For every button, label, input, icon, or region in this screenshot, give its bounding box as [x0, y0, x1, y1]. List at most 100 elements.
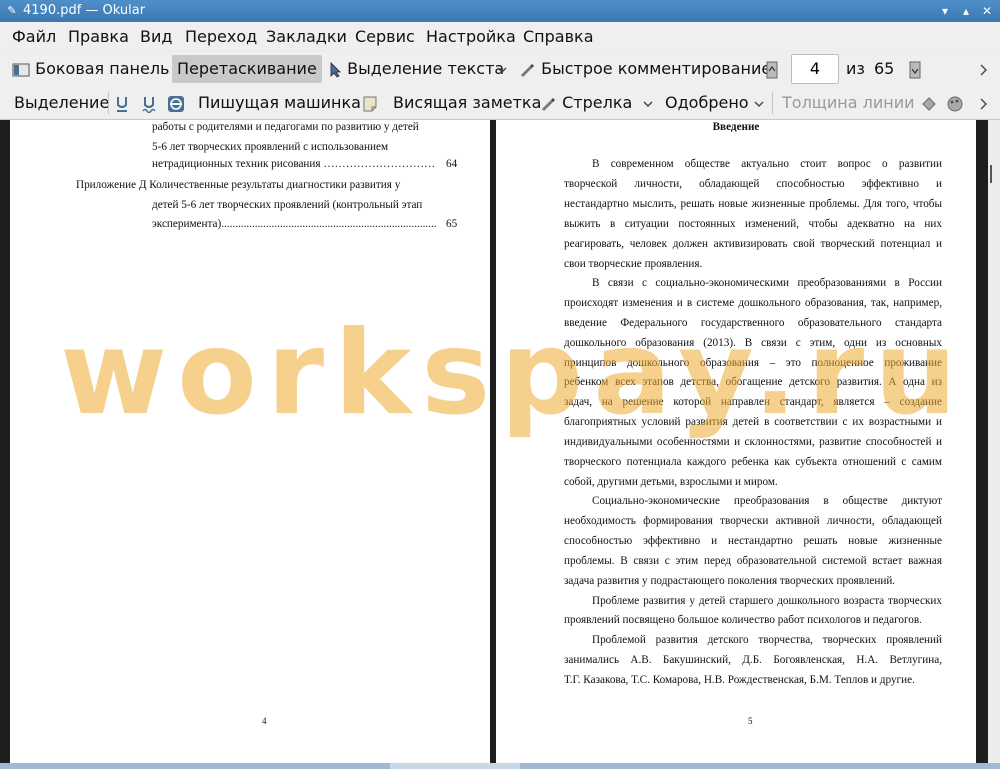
text-line: Проблемой развития детского творчества, …	[592, 634, 942, 646]
arrow-tool-button[interactable]: Стрелка	[539, 89, 632, 117]
drag-tool-button[interactable]: Перетаскивание	[172, 55, 322, 83]
text-line: принципов дошкольного образования – это …	[564, 357, 942, 369]
text-line: собой, другими детьми, взрослыми и миром…	[564, 476, 778, 488]
text-line: проявлений посвящено большое количество …	[564, 614, 922, 626]
toolbar-overflow-button-2[interactable]	[978, 89, 988, 117]
pen-comment-icon	[521, 63, 534, 77]
page-of-label: из	[846, 59, 865, 78]
title-bar: ✎ 4190.pdf — Okular ▾ ▴ ✕	[0, 0, 1000, 22]
chevron-right-icon	[980, 98, 987, 109]
text-line: Т.Г. Казакова, Т.С. Комарова, Н.В. Рожде…	[564, 674, 915, 686]
next-page-button[interactable]	[909, 55, 921, 83]
underline-icon	[117, 96, 127, 112]
stamp-dropdown[interactable]	[754, 89, 764, 117]
sidebar-label: Боковая панель	[35, 59, 170, 78]
menu-go[interactable]: Переход	[185, 27, 257, 46]
menu-view[interactable]: Вид	[140, 27, 172, 46]
stamp-button[interactable]: Одобрено	[665, 89, 749, 117]
text-line: благоприятных условий развития детей в с…	[564, 416, 942, 428]
note-icon-button[interactable]	[362, 89, 378, 117]
squiggly-underline-icon	[142, 96, 156, 113]
menu-file[interactable]: Файл	[12, 27, 56, 46]
text-line: выжить в ситуации постоянных изменений, …	[564, 218, 942, 230]
quick-comment-button[interactable]: Быстрое комментирование	[518, 55, 771, 83]
strikeout-button[interactable]	[167, 89, 185, 117]
text-line: задач, на решение которой направлен стан…	[564, 396, 942, 408]
text-line: свои творческие проявления.	[564, 258, 703, 270]
separator	[772, 92, 773, 114]
toc-line: детей 5-6 лет творческих проявлений (кон…	[152, 199, 423, 211]
quick-comment-label: Быстрое комментирование	[541, 59, 772, 78]
strikeout-icon	[168, 95, 184, 112]
vertical-scrollbar[interactable]	[988, 120, 1000, 763]
menu-help[interactable]: Справка	[523, 27, 594, 46]
previous-page-button[interactable]	[766, 55, 778, 83]
highlight-button[interactable]: Выделение	[14, 89, 109, 117]
scrollbar-thumb[interactable]	[990, 165, 992, 183]
toc-page-ref: 64	[446, 158, 458, 170]
pen-icon	[542, 97, 555, 111]
close-icon[interactable]: ✕	[978, 2, 996, 20]
previous-page-icon	[766, 61, 778, 78]
palette-icon	[947, 96, 963, 111]
page-number: 4	[262, 716, 267, 726]
pop-up-note-button[interactable]: Висящая заметка	[393, 89, 541, 117]
horizontal-scrollbar[interactable]	[0, 763, 1000, 769]
typewriter-button[interactable]: Пишущая машинка	[198, 89, 361, 117]
text-line: Проблеме развития у детей старшего дошко…	[592, 595, 942, 607]
page-number: 5	[748, 716, 753, 726]
toc-line: эксперимента)...........................…	[152, 218, 437, 230]
text-line: В современном обществе актуально стоит в…	[592, 158, 942, 170]
text-line: дошкольного образования (2013). В связи …	[564, 337, 942, 349]
menu-tools[interactable]: Сервис	[355, 27, 415, 46]
toolbar-overflow-button[interactable]	[978, 55, 988, 83]
section-heading: Введение	[712, 121, 760, 133]
text-line: введение Федерального государственного о…	[564, 317, 942, 329]
underline-button[interactable]	[114, 89, 130, 117]
arrow-tool-label: Стрелка	[562, 93, 633, 112]
text-select-button[interactable]: Выделение текста	[328, 55, 504, 83]
arrow-dropdown[interactable]	[643, 89, 653, 117]
text-line: творческой личности, обладающей способно…	[564, 178, 942, 190]
document-view[interactable]: работы с родителями и педагогами по разв…	[0, 120, 988, 763]
sidebar-icon	[12, 63, 30, 76]
page-number-input[interactable]: 4	[791, 54, 839, 84]
color-button[interactable]	[920, 89, 938, 117]
sidebar-button[interactable]: Боковая панель	[12, 55, 169, 83]
chevron-down-icon	[497, 67, 507, 73]
menu-edit[interactable]: Правка	[68, 27, 129, 46]
next-page-icon	[909, 61, 921, 78]
fill-color-button[interactable]	[946, 89, 964, 117]
pdf-page-4: работы с родителями и педагогами по разв…	[10, 120, 490, 763]
text-line: занимались А.В. Бакушинский, Д.Б. Богояв…	[564, 654, 942, 666]
pop-up-note-label: Висящая заметка	[393, 93, 542, 112]
line-width-label: Толщина линии	[782, 93, 915, 112]
toc-line: Приложение Д Количественные результаты д…	[76, 179, 401, 191]
menu-bookmarks[interactable]: Закладки	[266, 27, 347, 46]
text-line: проблемы. В связи с этим перед образоват…	[564, 555, 942, 567]
text-select-label: Выделение текста	[347, 59, 505, 78]
pdf-page-5: Введение В современном обществе актуальн…	[496, 120, 976, 763]
text-line: индивидуальными особенностями и склоннос…	[564, 436, 942, 448]
highlight-label: Выделение	[14, 93, 110, 112]
toc-page-ref: 65	[446, 218, 458, 230]
separator	[108, 92, 109, 114]
stamp-label: Одобрено	[665, 93, 749, 112]
text-line: нестандартно мыслить, решать новые жизне…	[564, 198, 942, 210]
line-width-button[interactable]: Толщина линии	[782, 89, 915, 117]
text-line: происходят изменения и в системе дошколь…	[564, 297, 942, 309]
chevron-down-icon	[643, 101, 653, 107]
drag-tool-label: Перетаскивание	[177, 59, 317, 78]
minimize-icon[interactable]: ▾	[936, 2, 954, 20]
paint-bucket-icon	[922, 96, 936, 111]
horizontal-scrollbar-thumb[interactable]	[390, 763, 520, 769]
maximize-icon[interactable]: ▴	[957, 2, 975, 20]
text-select-dropdown[interactable]	[497, 55, 507, 83]
page-total: 65	[874, 59, 895, 78]
toc-line: работы с родителями и педагогами по разв…	[152, 121, 419, 133]
squiggly-button[interactable]	[141, 89, 157, 117]
main-toolbar: Боковая панель Перетаскивание Выделение …	[0, 52, 1000, 86]
text-line: ребенком всех этапов детства, обогащение…	[564, 376, 942, 388]
menu-settings[interactable]: Настройка	[426, 27, 516, 46]
okular-app-icon: ✎	[7, 4, 17, 17]
